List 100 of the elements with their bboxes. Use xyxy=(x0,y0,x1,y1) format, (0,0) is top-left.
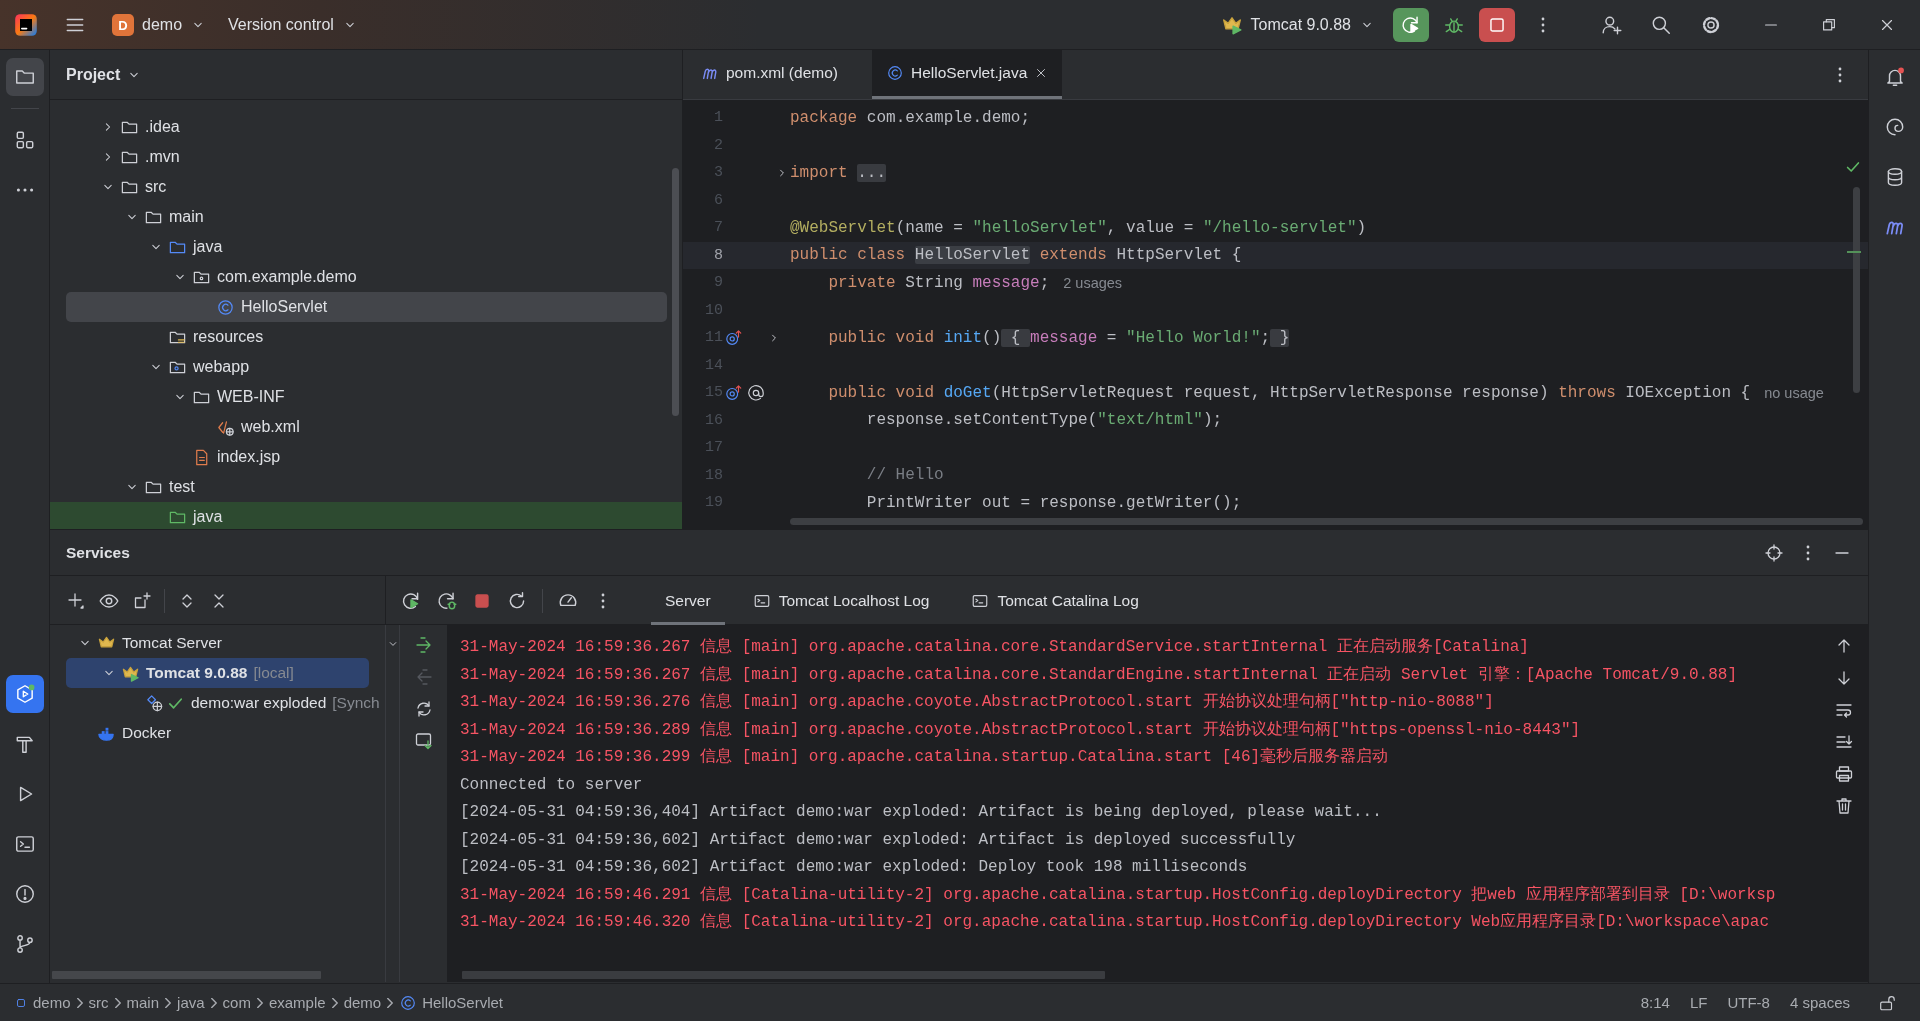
panel-view-dropdown[interactable]: Project xyxy=(66,65,143,84)
breadcrumb[interactable]: HelloServlet xyxy=(399,993,504,1012)
current-project-dropdown[interactable]: D demo xyxy=(104,8,215,42)
tree-item[interactable]: web.xml xyxy=(50,412,682,442)
code-line: public void init() { message = "Hello World!"; } xyxy=(827,328,1290,347)
change-marker xyxy=(1847,251,1861,253)
line-number: 8 xyxy=(713,246,723,264)
inlay-hint: 2 usages xyxy=(1063,274,1123,291)
tree-item[interactable]: java xyxy=(50,232,682,262)
log-line: [2024-05-31 04:59:36,404] Artifact demo:war exploded: Artifact is being deployed, please wait... xyxy=(460,802,1383,823)
inlay-hint: no usage xyxy=(1764,384,1824,401)
tool-window-button[interactable] xyxy=(5,675,44,713)
chevron-right-icon xyxy=(76,997,83,1008)
server-icon xyxy=(1220,14,1243,36)
tool-window-button[interactable] xyxy=(5,58,44,96)
console-tab[interactable]: Tomcat Catalina Log xyxy=(957,576,1153,625)
log-line: 31-May-2024 16:59:36.276 信息 [main] org.apache.coyote.AbstractProtocol.start 开始协议处理句柄["http-nio-8088"] xyxy=(460,691,1495,713)
tree-item[interactable]: Tomcat 9.0.88 [local] xyxy=(66,658,369,688)
log-line: 31-May-2024 16:59:36.289 信息 [main] org.apache.coyote.AbstractProtocol.start 开始协议处理句柄["https-openssl-nio-8443"] xyxy=(460,719,1582,741)
code-line: package com.example.demo; xyxy=(790,108,1031,127)
artifact-icon xyxy=(145,693,164,713)
breadcrumb[interactable]: demo xyxy=(14,994,71,1011)
scrollbar[interactable] xyxy=(790,518,1863,525)
trash-icon[interactable] xyxy=(1834,796,1854,816)
project-badge: D xyxy=(112,14,134,36)
code-line: private String message; xyxy=(827,273,1050,292)
log-line: 31-May-2024 16:59:36.267 信息 [main] org.apache.catalina.core.StandardService.startInternal 正在启动服务[Catalina] xyxy=(460,636,1530,658)
tree-item[interactable]: demo:war exploded [Synch xyxy=(50,688,385,718)
status-item[interactable]: 8:14 xyxy=(1640,994,1670,1011)
breadcrumb[interactable]: demo xyxy=(343,994,382,1011)
log-line: 31-May-2024 16:59:36.299 信息 [main] org.apache.catalina.startup.Catalina.start [46]毫秒后服务器启动 xyxy=(460,746,1390,768)
tree-item[interactable]: java xyxy=(50,502,682,529)
app-logo xyxy=(14,13,38,37)
add-user-icon[interactable] xyxy=(1601,14,1623,36)
stop-button[interactable] xyxy=(1479,8,1515,42)
class-icon xyxy=(885,64,904,82)
status-item[interactable]: 4 spaces xyxy=(1789,994,1850,1011)
restore-icon[interactable] xyxy=(1820,16,1838,34)
log-line: 31-May-2024 16:59:36.267 信息 [main] org.apache.catalina.core.StandardEngine.startInternal 正在启动 Servlet 引擎：[Apache Tomcat/9.0.88] xyxy=(460,664,1738,686)
tree-item[interactable]: src xyxy=(50,172,682,202)
class-icon xyxy=(399,993,418,1012)
breadcrumb[interactable]: main xyxy=(126,994,160,1011)
new-tab-icon[interactable] xyxy=(132,590,152,611)
log-line: 31-May-2024 16:59:46.291 信息 [Catalina-utility-2] org.apache.catalina.startup.HostConfig.deployDirectory 把web 应用程序部署到目录 [D:\worksp xyxy=(460,884,1777,906)
scrollbar[interactable] xyxy=(52,971,321,979)
log-line: Connected to server xyxy=(460,774,644,796)
search-icon[interactable] xyxy=(1650,14,1672,36)
scrollbar[interactable] xyxy=(672,168,679,416)
chevron-right-icon xyxy=(210,997,217,1008)
console-tab[interactable]: Tomcat Localhost Log xyxy=(738,576,944,625)
settings-icon[interactable] xyxy=(1700,14,1722,36)
class-icon xyxy=(216,297,235,317)
chevron-right-icon xyxy=(165,997,172,1008)
tree-item[interactable]: test xyxy=(50,472,682,502)
at-sign-icon[interactable] xyxy=(747,383,765,402)
status-item[interactable]: LF xyxy=(1689,994,1708,1011)
log-line: [2024-05-31 04:59:36,602] Artifact demo:war exploded: Artifact is deployed successfully xyxy=(460,829,1297,851)
breadcrumb[interactable]: example xyxy=(268,994,326,1011)
tree-item[interactable]: .idea xyxy=(50,112,682,142)
problems-icon[interactable] xyxy=(13,883,36,905)
lock-icon[interactable] xyxy=(1878,993,1896,1012)
scrollbar[interactable] xyxy=(1853,187,1860,393)
deploy-all-icon[interactable] xyxy=(413,731,434,751)
log-line: 31-May-2024 16:59:46.320 信息 [Catalina-utility-2] org.apache.catalina.startup.HostConfig.deployDirectory Web应用程序目录[D:\workspace\apac xyxy=(460,911,1770,933)
tree-item[interactable]: webapp xyxy=(50,352,682,382)
tree-item[interactable]: Docker xyxy=(50,718,385,748)
code-line: response.setContentType("text/html"); xyxy=(865,411,1223,430)
editor-tab[interactable]: pom.xml (demo) xyxy=(697,50,852,99)
chevron-right-icon xyxy=(114,997,121,1008)
print-icon[interactable] xyxy=(1834,764,1854,784)
run-button[interactable] xyxy=(1393,8,1429,42)
code-line: PrintWriter out = response.getWriter(); xyxy=(865,493,1242,512)
tree-item[interactable]: WEB-INF xyxy=(50,382,682,412)
vcs-selector[interactable]: Version control xyxy=(220,8,366,42)
run-configuration-selector[interactable]: Tomcat 9.0.88 xyxy=(1212,8,1383,42)
chevron-right-icon xyxy=(387,997,394,1008)
override-icon[interactable] xyxy=(725,383,743,402)
code-line: // Hello xyxy=(865,466,944,485)
tree-item[interactable]: main xyxy=(50,202,682,232)
editor-tab[interactable]: HelloServlet.java xyxy=(871,50,1063,99)
tree-item[interactable]: index.jsp xyxy=(50,442,682,472)
log-line: [2024-05-31 04:59:36,602] Artifact demo:war exploded: Deploy took 198 milliseconds xyxy=(460,857,1249,878)
code-line: import ... xyxy=(790,163,887,182)
scrollbar[interactable] xyxy=(462,971,1105,979)
tree-item[interactable]: .mvn xyxy=(50,142,682,172)
code-line: public void doGet(HttpServletRequest request, HttpServletResponse response) throws IOException { xyxy=(827,383,1751,402)
tree-item[interactable]: Tomcat Server xyxy=(50,628,385,658)
code-line: @WebServlet(name = "helloServlet", value = "/hello-servlet") xyxy=(790,218,1367,237)
target-icon[interactable] xyxy=(1764,542,1784,563)
breadcrumb[interactable]: com xyxy=(222,994,251,1011)
tree-item[interactable]: com.example.demo xyxy=(50,262,682,292)
panel-title: Services xyxy=(66,543,130,562)
tree-item[interactable]: resources xyxy=(50,322,682,352)
status-item[interactable]: UTF-8 xyxy=(1727,994,1770,1011)
terminal-icon[interactable] xyxy=(13,833,36,855)
breadcrumb[interactable]: java xyxy=(177,994,205,1011)
breadcrumb[interactable]: src xyxy=(88,994,109,1011)
tree-item[interactable]: HelloServlet xyxy=(66,292,667,322)
code-line: public class HelloServlet extends HttpServlet { xyxy=(790,246,1242,265)
override-icon[interactable] xyxy=(725,328,743,347)
